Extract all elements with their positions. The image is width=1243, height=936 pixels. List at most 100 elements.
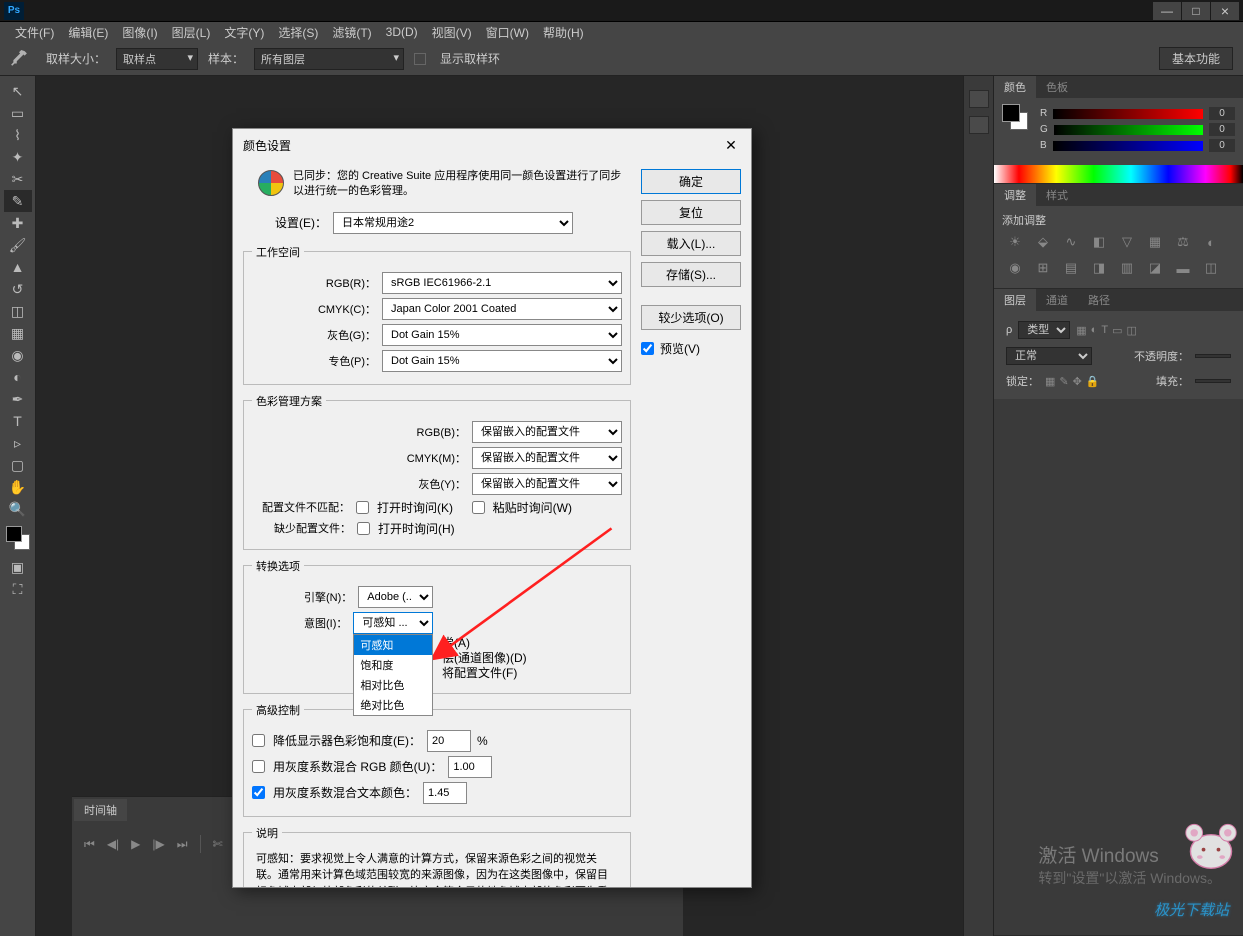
ws-gray-select[interactable]: Dot Gain 15% <box>382 324 622 346</box>
blur-tool[interactable]: ◉ <box>4 344 32 366</box>
ws-rgb-select[interactable]: sRGB IEC61966-2.1 <box>382 272 622 294</box>
minimize-button[interactable]: — <box>1153 2 1181 20</box>
mismatch-open-check[interactable] <box>356 501 369 514</box>
ok-button[interactable]: 确定 <box>641 169 741 194</box>
mismatch-paste-check[interactable] <box>472 501 485 514</box>
eraser-tool[interactable]: ◫ <box>4 300 32 322</box>
shape-tool[interactable]: ▢ <box>4 454 32 476</box>
adj-levels-icon[interactable]: ⬙ <box>1034 234 1052 250</box>
b-slider[interactable] <box>1053 141 1203 151</box>
b-value[interactable]: 0 <box>1209 139 1235 152</box>
adj-poster-icon[interactable]: ▥ <box>1118 260 1136 276</box>
adj-invert-icon[interactable]: ◨ <box>1090 260 1108 276</box>
adj-mixer-icon[interactable]: ⊞ <box>1034 260 1052 276</box>
tab-channels[interactable]: 通道 <box>1036 289 1078 311</box>
menu-help[interactable]: 帮助(H) <box>536 24 591 41</box>
lock-paint-icon[interactable]: ✎ <box>1059 375 1068 388</box>
menu-layer[interactable]: 图层(L) <box>165 24 218 41</box>
workspace-badge[interactable]: 基本功能 <box>1159 47 1233 70</box>
menu-window[interactable]: 窗口(W) <box>479 24 536 41</box>
reset-button[interactable]: 复位 <box>641 200 741 225</box>
adj-vibrance-icon[interactable]: ▽ <box>1118 234 1136 250</box>
tl-next-icon[interactable]: |▶ <box>152 837 164 851</box>
tl-prev-icon[interactable]: ◀| <box>107 837 119 851</box>
timeline-tab[interactable]: 时间轴 <box>74 799 127 821</box>
wand-tool[interactable]: ✦ <box>4 146 32 168</box>
panel-color-swatch[interactable] <box>1002 104 1028 130</box>
screenmode-tool[interactable]: ⛶ <box>4 578 32 600</box>
dock-icon-1[interactable] <box>969 90 989 108</box>
intent-opt-relative[interactable]: 相对比色 <box>354 675 432 695</box>
adv-desat-input[interactable] <box>427 730 471 752</box>
sample-layers-select[interactable]: 所有图层 <box>254 48 404 70</box>
menu-type[interactable]: 文字(Y) <box>217 24 271 41</box>
dialog-close-button[interactable]: ✕ <box>721 135 741 155</box>
adj-lookup-icon[interactable]: ▤ <box>1062 260 1080 276</box>
engine-select[interactable]: Adobe (... <box>358 586 433 608</box>
ws-cmyk-select[interactable]: Japan Color 2001 Coated <box>382 298 622 320</box>
p-rgb-select[interactable]: 保留嵌入的配置文件 <box>472 421 622 443</box>
eyedropper-tool[interactable]: ✎ <box>4 190 32 212</box>
tab-style[interactable]: 样式 <box>1036 184 1078 206</box>
lasso-tool[interactable]: ⌇ <box>4 124 32 146</box>
p-gray-select[interactable]: 保留嵌入的配置文件 <box>472 473 622 495</box>
close-button[interactable]: × <box>1211 2 1239 20</box>
tab-swatches[interactable]: 色板 <box>1036 76 1078 98</box>
lock-pos-icon[interactable]: ✥ <box>1073 375 1082 388</box>
show-ring-checkbox[interactable] <box>414 53 426 65</box>
tab-color[interactable]: 颜色 <box>994 76 1036 98</box>
tl-first-icon[interactable]: ⏮ <box>84 837 95 852</box>
brush-tool[interactable]: 🖌 <box>4 234 32 256</box>
r-slider[interactable] <box>1053 109 1203 119</box>
zoom-tool[interactable]: 🔍 <box>4 498 32 520</box>
menu-filter[interactable]: 滤镜(T) <box>325 24 378 41</box>
adv-blend-rgb-input[interactable] <box>448 756 492 778</box>
intent-opt-absolute[interactable]: 绝对比色 <box>354 695 432 715</box>
type-tool[interactable]: T <box>4 410 32 432</box>
filter-shape-icon[interactable]: ▭ <box>1112 324 1122 337</box>
missing-open-check[interactable] <box>357 522 370 535</box>
adj-balance-icon[interactable]: ⚖ <box>1174 234 1192 250</box>
menu-view[interactable]: 视图(V) <box>425 24 479 41</box>
maximize-button[interactable]: □ <box>1182 2 1210 20</box>
adj-grad-icon[interactable]: ▬ <box>1174 260 1192 276</box>
menu-file[interactable]: 文件(F) <box>8 24 61 41</box>
color-swatches[interactable] <box>6 526 30 550</box>
intent-opt-saturation[interactable]: 饱和度 <box>354 655 432 675</box>
tab-adjust[interactable]: 调整 <box>994 184 1036 206</box>
adj-bw-icon[interactable]: ◐ <box>1202 234 1220 250</box>
adj-thresh-icon[interactable]: ◪ <box>1146 260 1164 276</box>
save-button[interactable]: 存储(S)... <box>641 262 741 287</box>
menu-3d[interactable]: 3D(D) <box>379 25 425 39</box>
adj-select-icon[interactable]: ◫ <box>1202 260 1220 276</box>
adj-hue-icon[interactable]: ▦ <box>1146 234 1164 250</box>
settings-select[interactable]: 日本常规用途2 <box>333 212 573 234</box>
load-button[interactable]: 载入(L)... <box>641 231 741 256</box>
tl-play-icon[interactable]: ▶ <box>131 837 140 851</box>
p-cmyk-select[interactable]: 保留嵌入的配置文件 <box>472 447 622 469</box>
adj-exposure-icon[interactable]: ◧ <box>1090 234 1108 250</box>
adv-blend-text-check[interactable] <box>252 786 265 799</box>
menu-edit[interactable]: 编辑(E) <box>61 24 115 41</box>
lock-all-icon[interactable]: 🔒 <box>1086 375 1100 388</box>
lock-trans-icon[interactable]: ▦ <box>1045 375 1055 388</box>
kind-select[interactable]: 类型 <box>1018 321 1070 339</box>
blend-select[interactable]: 正常 <box>1006 347 1092 365</box>
dodge-tool[interactable]: ◐ <box>4 366 32 388</box>
move-tool[interactable]: ↖ <box>4 80 32 102</box>
dock-icon-2[interactable] <box>969 116 989 134</box>
adj-brightness-icon[interactable]: ☀ <box>1006 234 1024 250</box>
crop-tool[interactable]: ✂ <box>4 168 32 190</box>
path-tool[interactable]: ▹ <box>4 432 32 454</box>
filter-adjust-icon[interactable]: ◐ <box>1091 324 1098 337</box>
less-options-button[interactable]: 较少选项(O) <box>641 305 741 330</box>
hand-tool[interactable]: ✋ <box>4 476 32 498</box>
spectrum-bar[interactable] <box>994 165 1243 183</box>
adj-photo-icon[interactable]: ◉ <box>1006 260 1024 276</box>
tab-layers[interactable]: 图层 <box>994 289 1036 311</box>
stamp-tool[interactable]: ▲ <box>4 256 32 278</box>
opacity-value[interactable] <box>1195 354 1231 358</box>
g-value[interactable]: 0 <box>1209 123 1235 136</box>
adv-blend-rgb-check[interactable] <box>252 760 265 773</box>
fill-value[interactable] <box>1195 379 1231 383</box>
